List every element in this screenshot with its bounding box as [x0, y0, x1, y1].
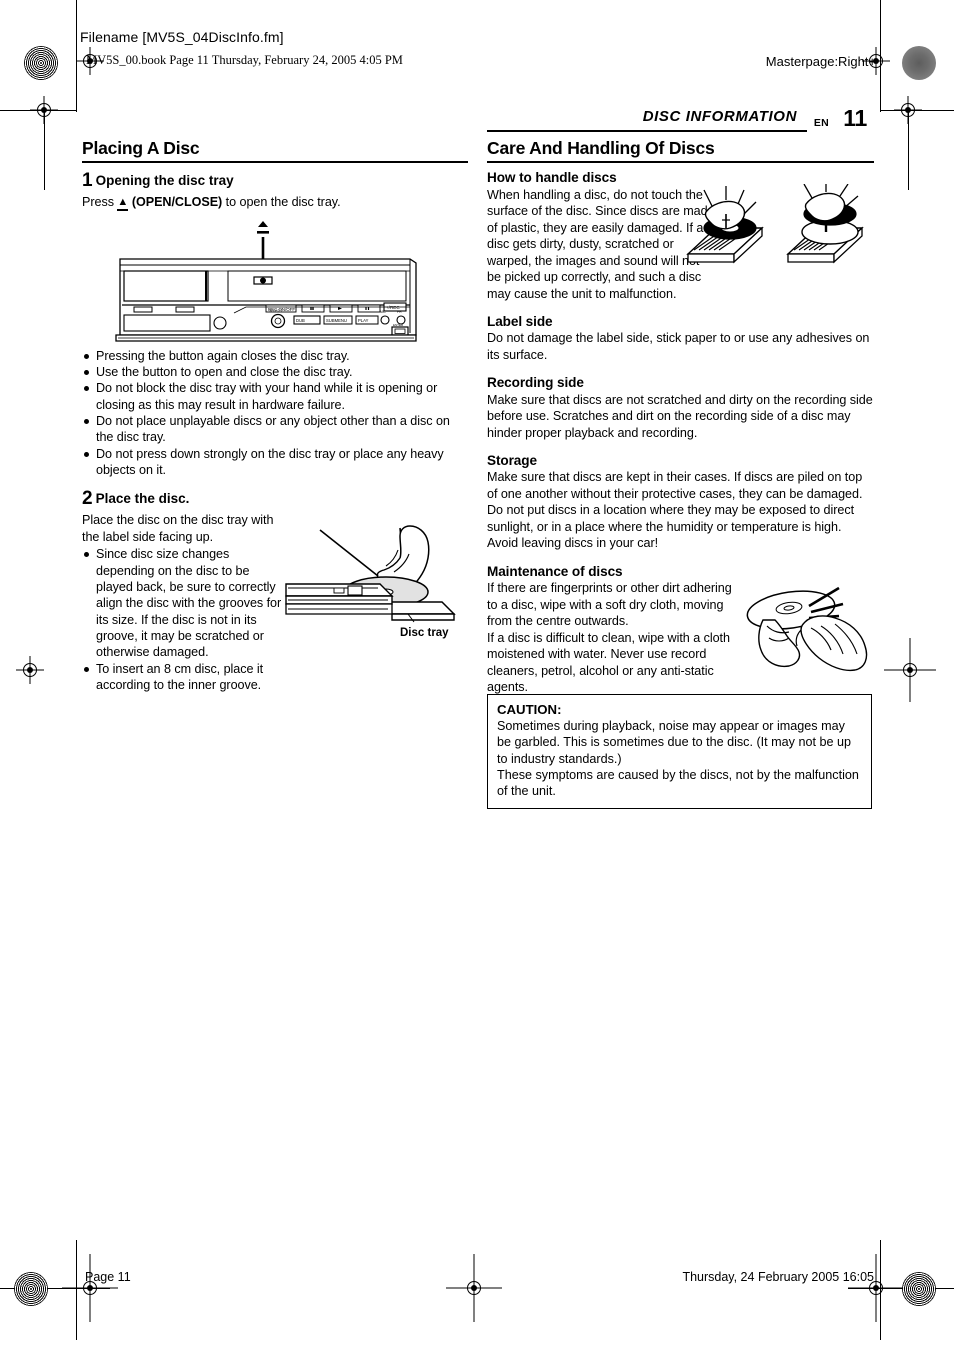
- svg-text:PLAY: PLAY: [358, 318, 369, 323]
- registration-mark-middle-left: [16, 656, 44, 684]
- disc-tray-illustration: Disc tray: [285, 525, 456, 639]
- book-source-line: MV5S_00.book Page 11 Thursday, February …: [86, 53, 403, 67]
- halftone-patch-bottom-right: [902, 1272, 936, 1306]
- body-recording-side: Make sure that discs are not scratched a…: [487, 392, 873, 440]
- list-item: Use the button to open and close the dis…: [82, 364, 468, 380]
- list-item: Since disc size changes depending on the…: [82, 546, 287, 661]
- caution-paragraph-1: Sometimes during playback, noise may app…: [497, 719, 851, 766]
- svg-text:SUBMENU: SUBMENU: [326, 318, 347, 323]
- section-title-care-and-handling: Care And Handling Of Discs: [487, 138, 715, 158]
- svg-text:ENTER: ENTER: [393, 323, 404, 327]
- caution-paragraph-2: These symptoms are caused by the discs, …: [497, 768, 859, 799]
- open-close-label: (OPEN/CLOSE): [131, 195, 223, 210]
- crop-line-right: [880, 0, 881, 112]
- eject-icon: ▲: [117, 197, 129, 211]
- crop-line-foot-vert-right: [880, 1240, 881, 1340]
- left-column: Placing A Disc 1 Opening the disc tray Pr…: [82, 138, 468, 693]
- step-1-bullet-list: Pressing the button again closes the dis…: [82, 348, 468, 479]
- section-rule: [82, 161, 468, 164]
- svg-text:MIC: MIC: [380, 310, 387, 314]
- body-label-side: Do not damage the label side, stick pape…: [487, 331, 870, 362]
- body-how-to-handle-discs: When handling a disc, do not touch the s…: [487, 187, 715, 301]
- step-2-heading: 2 Place the disc.: [82, 488, 468, 511]
- list-item: Pressing the button again closes the dis…: [82, 348, 468, 364]
- step-1-heading: 1 Opening the disc tray: [82, 170, 468, 193]
- body-storage: Make sure that discs are kept in their c…: [487, 470, 863, 551]
- crop-line-left: [76, 0, 77, 112]
- list-item: To insert an 8 cm disc, place it accordi…: [82, 661, 287, 694]
- halftone-patch-bottom-left: [14, 1272, 48, 1306]
- crop-line-bottom-left: [44, 110, 45, 190]
- running-head-rule: [487, 130, 807, 133]
- footer-page-label: Page 11: [85, 1270, 131, 1284]
- step-1-number: 1: [82, 170, 93, 192]
- svg-text:SELECT: SELECT: [269, 309, 282, 313]
- step-1-prefix: Press: [82, 195, 118, 210]
- right-column: Care And Handling Of Discs How to handle…: [487, 138, 874, 696]
- halftone-patch-top-left: [24, 46, 58, 80]
- subheading-label-side: Label side: [487, 314, 553, 330]
- crop-line-bottom-right: [908, 110, 909, 190]
- halftone-patch-top-right: [902, 46, 936, 80]
- step-1-title: Opening the disc tray: [95, 173, 234, 189]
- wiping-disc-illustration: [746, 586, 868, 671]
- running-head: DISC INFORMATION EN 11: [487, 105, 873, 138]
- section-title-placing-a-disc: Placing A Disc: [82, 138, 200, 158]
- crop-line-top-left: [0, 110, 76, 111]
- registration-mark-middle-right: [884, 638, 936, 702]
- manual-page: Filename [MV5S_04DiscInfo.fm] MV5S_00.bo…: [0, 0, 954, 1351]
- masterpage-label: Masterpage:Right+: [765, 54, 876, 69]
- section-rule: [487, 161, 874, 164]
- front-panel-illustration: REC ON/OFF +/REC SELECT DUB SUBMENU PLAY…: [115, 220, 417, 342]
- page-number: 11: [843, 105, 867, 131]
- crop-line-top-right: [880, 110, 954, 111]
- subheading-storage: Storage: [487, 453, 537, 469]
- registration-mark-bottom-center: [446, 1254, 502, 1322]
- caution-box: CAUTION: Sometimes during playback, nois…: [487, 694, 872, 809]
- running-head-title: DISC INFORMATION: [642, 108, 797, 125]
- step-2-title: Place the disc.: [95, 491, 190, 507]
- handling-discs-illustration: [686, 184, 864, 264]
- step-1-suffix: to open the disc tray.: [222, 195, 341, 210]
- list-item: Do not block the disc tray with your han…: [82, 380, 468, 413]
- running-head-language: EN: [813, 117, 829, 129]
- footer-timestamp: Thursday, 24 February 2005 16:05: [682, 1270, 874, 1284]
- crop-line-foot-right: [848, 1288, 954, 1289]
- list-item: Do not press down strongly on the disc t…: [82, 446, 468, 479]
- body-maintenance-2: If a disc is difficult to clean, wipe wi…: [487, 630, 730, 695]
- subheading-recording-side: Recording side: [487, 375, 584, 391]
- body-maintenance-1: If there are fingerprints or other dirt …: [487, 581, 732, 629]
- step-1-instruction: Press ▲ (OPEN/CLOSE) to open the disc tr…: [82, 194, 468, 211]
- svg-text:PH: PH: [397, 310, 402, 314]
- front-panel-figure-area: REC ON/OFF +/REC SELECT DUB SUBMENU PLAY…: [82, 211, 468, 347]
- list-item: Do not place unplayable discs or any obj…: [82, 413, 468, 446]
- disc-tray-caption: Disc tray: [400, 627, 449, 639]
- step-2-bullet-list: Since disc size changes depending on the…: [82, 546, 287, 693]
- crop-line-foot-vert-left: [76, 1240, 77, 1340]
- step-2-number: 2: [82, 488, 93, 510]
- step-2-instruction: Place the disc on the disc tray with the…: [82, 513, 274, 544]
- caution-title: CAUTION:: [497, 702, 562, 717]
- svg-text:DUB: DUB: [296, 318, 305, 323]
- filename-label: Filename [MV5S_04DiscInfo.fm]: [80, 29, 284, 45]
